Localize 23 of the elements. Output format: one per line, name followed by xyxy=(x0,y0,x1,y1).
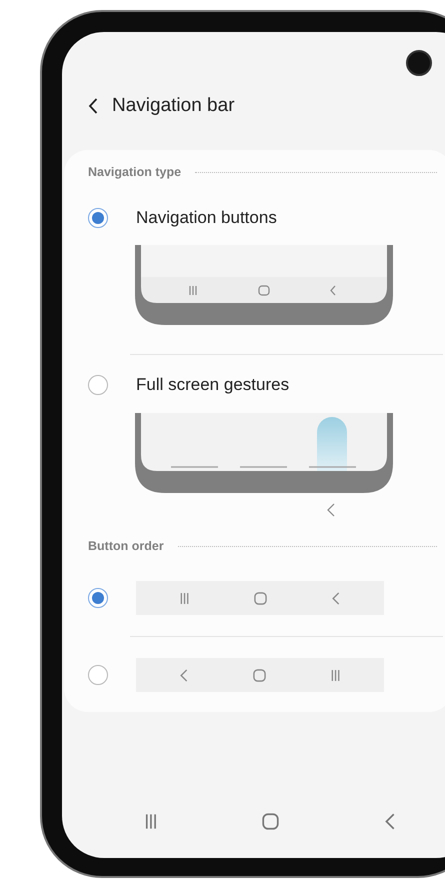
button-order-preview[interactable] xyxy=(136,658,384,692)
back-icon xyxy=(332,592,340,604)
button-order-preview[interactable] xyxy=(136,581,384,615)
back-icon xyxy=(327,503,335,517)
page-title: Navigation bar xyxy=(112,95,235,117)
section-title: Navigation type xyxy=(88,165,182,179)
recents-icon xyxy=(144,812,157,830)
back-icon[interactable] xyxy=(88,98,98,114)
radio-button[interactable] xyxy=(88,375,108,395)
recents-icon xyxy=(330,668,340,682)
home-icon xyxy=(252,668,266,682)
section-title: Button order xyxy=(88,539,164,553)
recents-icon xyxy=(180,592,190,604)
option-label[interactable]: Full screen gestures xyxy=(136,375,290,395)
back-icon xyxy=(384,812,396,830)
radio-button[interactable] xyxy=(88,208,108,228)
radio-button[interactable] xyxy=(88,665,108,685)
home-icon xyxy=(254,592,268,604)
home-icon xyxy=(262,812,280,830)
camera-icon xyxy=(406,50,432,76)
option-label[interactable]: Navigation buttons xyxy=(136,208,277,228)
back-icon xyxy=(180,668,188,682)
radio-button[interactable] xyxy=(88,588,108,608)
